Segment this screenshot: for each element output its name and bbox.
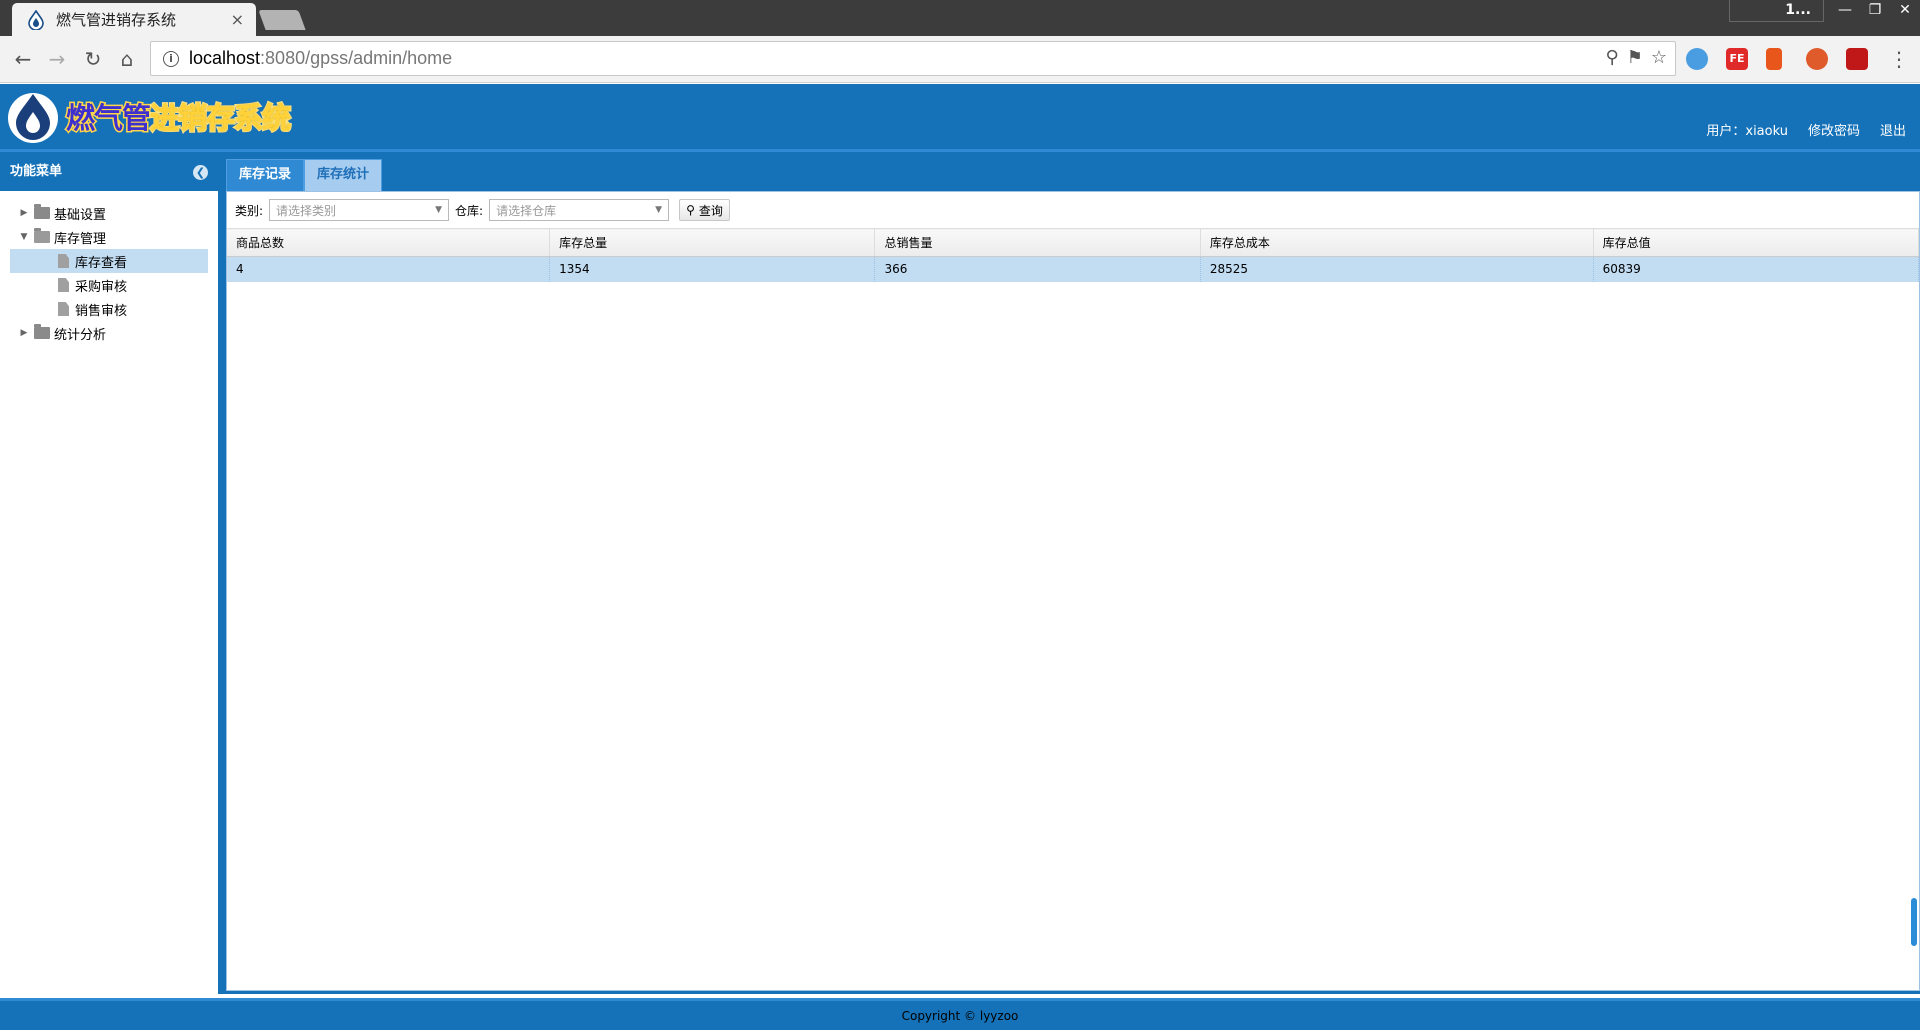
folder-open-icon	[34, 228, 50, 243]
chevron-down-icon: ▼	[655, 205, 663, 215]
reload-icon[interactable]: ↻	[80, 46, 106, 72]
omnibox-actions: ⚲ ⚑ ☆	[1606, 47, 1667, 68]
file-icon	[58, 302, 69, 316]
extension-infinity-icon[interactable]	[1806, 48, 1828, 70]
home-icon[interactable]: ⌂	[114, 46, 140, 72]
forward-icon[interactable]: →	[44, 46, 70, 72]
flame-icon	[28, 9, 44, 30]
logout-link[interactable]: 退出	[1880, 120, 1906, 139]
window-controls: 1... — ❐ ✕	[1729, 0, 1920, 22]
content-panel: 类别: 请选择类别 ▼ 仓库: 请选择仓库 ▼ ⚲ 查询 商品总数 库存总量 总…	[226, 191, 1920, 991]
file-icon	[58, 278, 69, 292]
extension-bird-icon[interactable]	[1686, 48, 1708, 70]
warehouse-label: 仓库:	[455, 203, 484, 218]
profile-button[interactable]: 1...	[1729, 0, 1824, 22]
menu-icon[interactable]: ⋮	[1886, 46, 1912, 72]
zoom-icon[interactable]: ⚲	[1606, 47, 1619, 68]
tree-item-inventory-management[interactable]: ▼ 库存管理	[0, 225, 218, 249]
query-button[interactable]: ⚲ 查询	[679, 199, 730, 221]
extension-fe-icon[interactable]: FE	[1726, 48, 1748, 70]
browser-tabstrip: 燃气管进销存系统 × 1... — ❐ ✕	[0, 0, 1920, 36]
search-icon: ⚲	[686, 203, 695, 217]
tree-item-statistics[interactable]: ▶ 统计分析	[0, 321, 218, 345]
column-header[interactable]: 库存总成本	[1200, 228, 1594, 257]
tab-close-icon[interactable]: ×	[231, 10, 244, 29]
sidebar: 功能菜单 ❮ ▶ 基础设置 ▼ 库存管理 库存查看 采购审核 销售审核 ▶ 统计…	[0, 152, 222, 994]
footer: Copyright © lyyzoo	[0, 998, 1920, 1030]
column-header[interactable]: 总销售量	[874, 228, 1201, 257]
address-bar[interactable]: i localhost:8080/gpss/admin/home ⚲ ⚑ ☆	[150, 41, 1676, 76]
extension-pdf-icon[interactable]	[1846, 48, 1868, 70]
change-password-link[interactable]: 修改密码	[1808, 120, 1860, 139]
category-label: 类别:	[235, 203, 264, 218]
table-cell: 60839	[1593, 256, 1920, 282]
key-icon[interactable]: ⚑	[1627, 47, 1643, 68]
table-cell: 366	[874, 256, 1201, 282]
file-icon	[58, 254, 69, 268]
main-area: 库存记录 库存统计 类别: 请选择类别 ▼ 仓库: 请选择仓库 ▼ ⚲ 查询 商…	[222, 152, 1920, 994]
folder-icon	[34, 204, 50, 219]
table-header-row: 商品总数 库存总量 总销售量 库存总成本 库存总值	[227, 228, 1920, 257]
back-icon[interactable]: ←	[10, 46, 36, 72]
current-user: 用户：xiaoku	[1706, 124, 1788, 139]
content-tabs: 库存记录 库存统计	[222, 152, 1920, 191]
url-text[interactable]: localhost:8080/gpss/admin/home	[189, 48, 452, 69]
tree-item-basic-settings[interactable]: ▶ 基础设置	[0, 201, 218, 225]
stats-table: 商品总数 库存总量 总销售量 库存总成本 库存总值 4 1354 366 285…	[227, 228, 1920, 282]
browser-toolbar: ← → ↻ ⌂ i localhost:8080/gpss/admin/home…	[0, 36, 1920, 83]
menu-tree: ▶ 基础设置 ▼ 库存管理 库存查看 采购审核 销售审核 ▶ 统计分析	[0, 191, 218, 345]
header-links: 用户：xiaoku 修改密码 退出	[1706, 120, 1906, 139]
table-cell: 28525	[1200, 256, 1594, 282]
app: 燃气管进销存系统 用户：xiaoku 修改密码 退出 功能菜单 ❮ ▶ 基础设置…	[0, 84, 1920, 1030]
table-cell: 4	[227, 256, 551, 282]
filter-bar: 类别: 请选择类别 ▼ 仓库: 请选择仓库 ▼ ⚲ 查询	[227, 192, 1919, 228]
scrollbar-thumb[interactable]	[1911, 898, 1917, 946]
restore-icon[interactable]: ❐	[1860, 0, 1890, 22]
tree-item-sales-review[interactable]: 销售审核	[0, 297, 218, 321]
expand-icon[interactable]: ▶	[18, 208, 30, 218]
logo: 燃气管进销存系统	[6, 88, 293, 144]
new-tab-button[interactable]	[258, 10, 306, 30]
column-header[interactable]: 商品总数	[227, 228, 551, 257]
expand-icon[interactable]: ▶	[18, 328, 30, 338]
tree-item-purchase-review[interactable]: 采购审核	[0, 273, 218, 297]
warehouse-select[interactable]: 请选择仓库 ▼	[489, 199, 670, 221]
tree-item-inventory-view[interactable]: 库存查看	[10, 249, 208, 273]
table-row[interactable]: 4 1354 366 28525 60839	[227, 256, 1920, 282]
logo-flame-icon	[8, 93, 58, 143]
table-cell: 1354	[549, 256, 876, 282]
extension-office-icon[interactable]	[1766, 48, 1782, 70]
tab-inventory-records[interactable]: 库存记录	[226, 159, 305, 191]
collapse-sidebar-icon[interactable]: ❮	[193, 165, 208, 180]
tab-title: 燃气管进销存系统	[56, 11, 177, 29]
browser-tab[interactable]: 燃气管进销存系统 ×	[12, 3, 256, 36]
info-icon[interactable]: i	[163, 50, 179, 67]
column-header[interactable]: 库存总量	[549, 228, 876, 257]
close-window-icon[interactable]: ✕	[1890, 0, 1920, 22]
minimize-icon[interactable]: —	[1830, 0, 1860, 22]
tab-inventory-statistics[interactable]: 库存统计	[304, 159, 383, 191]
app-header: 燃气管进销存系统 用户：xiaoku 修改密码 退出	[0, 84, 1920, 152]
collapse-icon[interactable]: ▼	[18, 232, 30, 242]
column-header[interactable]: 库存总值	[1593, 228, 1920, 257]
star-icon[interactable]: ☆	[1651, 47, 1667, 68]
sidebar-header: 功能菜单 ❮	[0, 152, 218, 191]
category-select[interactable]: 请选择类别 ▼	[269, 199, 450, 221]
folder-icon	[34, 324, 50, 339]
chevron-down-icon: ▼	[435, 205, 443, 215]
app-title: 燃气管进销存系统	[64, 95, 292, 137]
